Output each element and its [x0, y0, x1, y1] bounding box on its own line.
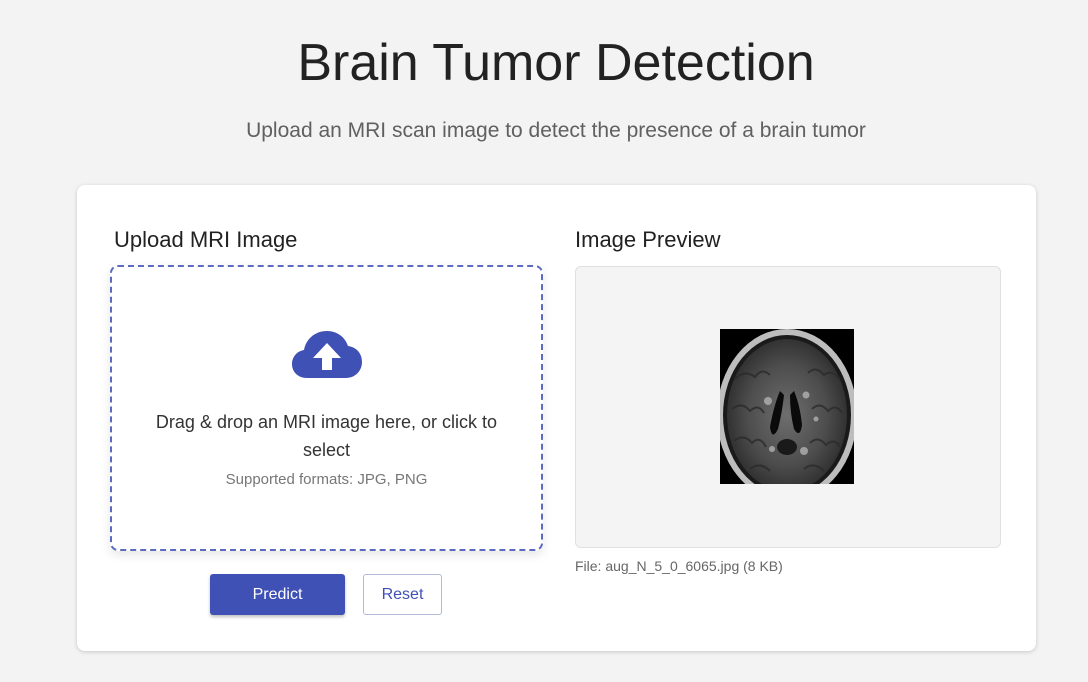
file-info-text: File: aug_N_5_0_6065.jpg (8 KB)	[575, 558, 783, 574]
dropzone-instruction: Drag & drop an MRI image here, or click …	[155, 412, 498, 460]
upload-dropzone[interactable]: Drag & drop an MRI image here, or click …	[110, 265, 543, 551]
preview-heading: Image Preview	[575, 227, 721, 252]
reset-button[interactable]: Reset	[363, 574, 442, 615]
image-preview-box	[575, 266, 1001, 548]
cloud-upload-icon	[292, 331, 362, 378]
page-subtitle: Upload an MRI scan image to detect the p…	[246, 119, 866, 142]
mri-preview-image	[720, 329, 854, 484]
supported-formats-text: Supported formats: JPG, PNG	[225, 471, 428, 488]
main-card: Upload MRI Image Drag & drop an MRI imag…	[77, 185, 1036, 651]
page-title: Brain Tumor Detection	[297, 34, 815, 92]
upload-heading: Upload MRI Image	[114, 227, 298, 252]
predict-button[interactable]: Predict	[210, 574, 345, 615]
